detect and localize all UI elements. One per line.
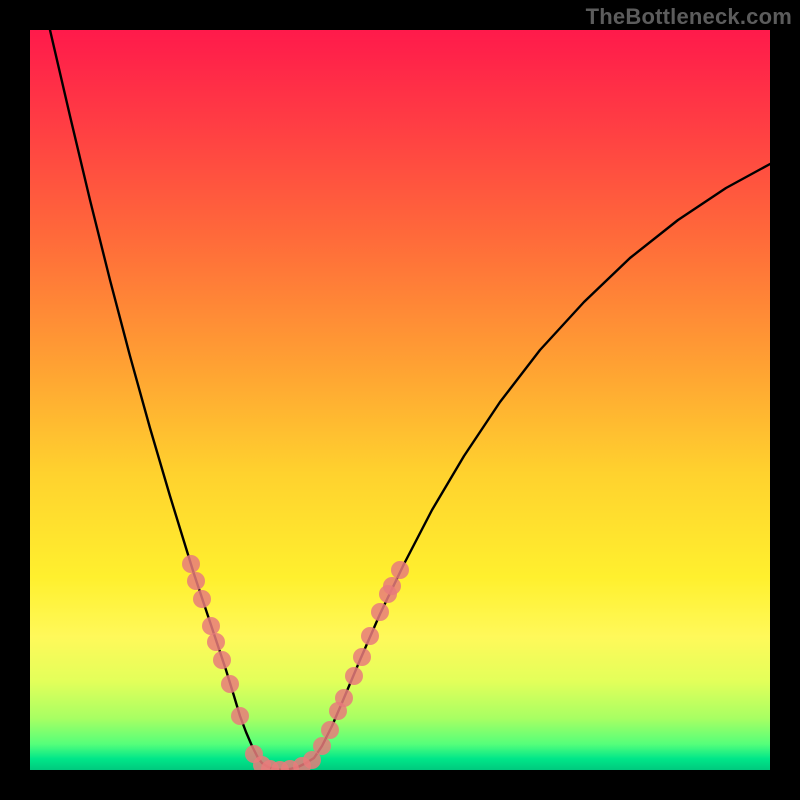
highlight-dot [193,590,211,608]
highlight-dot [321,721,339,739]
highlight-dot [213,651,231,669]
bottleneck-curve [50,30,770,770]
highlight-dot [313,737,331,755]
highlight-dot [345,667,363,685]
highlight-dot [383,577,401,595]
highlight-dot [202,617,220,635]
highlight-dots-group [182,555,409,770]
plot-area [30,30,770,770]
highlight-dot [371,603,389,621]
highlight-dot [231,707,249,725]
chart-frame: TheBottleneck.com [0,0,800,800]
curve-layer [30,30,770,770]
highlight-dot [207,633,225,651]
highlight-dot [353,648,371,666]
highlight-dot [182,555,200,573]
highlight-dot [221,675,239,693]
highlight-dot [187,572,205,590]
watermark-text: TheBottleneck.com [586,4,792,30]
highlight-dot [335,689,353,707]
highlight-dot [391,561,409,579]
highlight-dot [361,627,379,645]
